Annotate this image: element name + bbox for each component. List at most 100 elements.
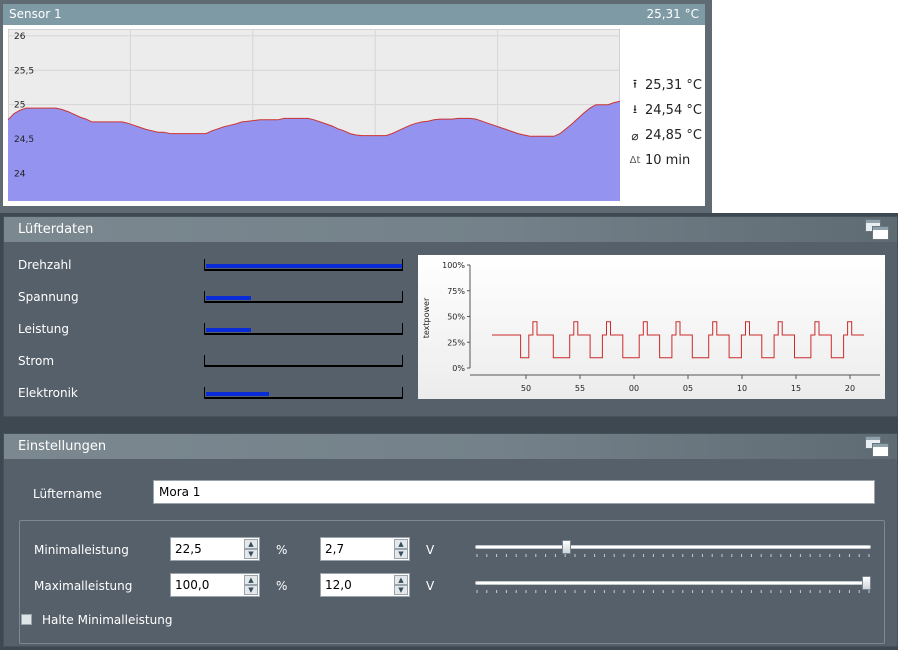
temperature-chart: 26 25,5 25 24,5 24 (8, 29, 620, 201)
spin-up-icon[interactable]: ▲ (244, 575, 258, 585)
metric-bar-fill (206, 392, 269, 396)
min-voltage-unit: V (426, 543, 435, 557)
min-percent-spin-buttons: ▲ ▼ (244, 539, 258, 559)
spin-up-icon[interactable]: ▲ (394, 539, 408, 549)
metric-bar-drehzahl (204, 259, 403, 271)
settings-panel: Einstellungen Lüftername Minimalleistung… (3, 433, 898, 647)
slider-ticks (476, 590, 870, 593)
metric-label-strom: Strom (18, 354, 55, 368)
min-percent-stepper[interactable]: 22,5 ▲ ▼ (170, 537, 260, 561)
fan-name-label: Lüftername (33, 487, 102, 501)
spin-down-icon[interactable]: ▼ (394, 549, 408, 559)
spin-up-icon[interactable]: ▲ (394, 575, 408, 585)
min-icon: ⭳ (632, 102, 638, 116)
sensor-stats: ⭱ 25,31 °C ⭳ 24,54 °C ⌀ 24,85 °C Δt 10 m… (628, 73, 702, 173)
stat-interval: Δt 10 min (628, 148, 702, 173)
max-power-label: Maximalleistung (34, 579, 133, 593)
metric-label-drehzahl: Drehzahl (18, 258, 72, 272)
settings-title: Einstellungen (18, 439, 107, 454)
settings-header: Einstellungen (4, 434, 897, 459)
stat-min-value: 24,54 °C (645, 103, 702, 118)
max-power-slider-thumb[interactable] (862, 576, 871, 590)
sensor-panel: Sensor 1 25,31 °C 26 25,5 25 24,5 24 ⭱ 25,31… (0, 0, 712, 213)
spin-down-icon[interactable]: ▼ (244, 549, 258, 559)
min-voltage-spin-buttons: ▲ ▼ (394, 539, 408, 559)
stat-max-value: 25,31 °C (645, 78, 702, 93)
fan-data-header: Lüfterdaten (4, 217, 897, 242)
metric-bar-strom (204, 355, 403, 367)
min-power-slider[interactable] (475, 539, 871, 563)
background (712, 0, 898, 213)
min-voltage-value: 2,7 (325, 542, 345, 556)
x-tick-label: 10 (737, 384, 747, 393)
metric-bar-spannung (204, 291, 403, 303)
y-tick-label: 25,5 (14, 66, 34, 76)
min-power-label: Minimalleistung (34, 543, 129, 557)
max-voltage-value: 12,0 (325, 578, 352, 592)
x-tick-label: 55 (575, 384, 585, 393)
sensor-body: 26 25,5 25 24,5 24 ⭱ 25,31 °C ⭳ 24,54 °C ⌀ 2… (3, 25, 705, 206)
sensor-title: Sensor 1 (9, 7, 62, 21)
delta-time-icon: Δt (629, 155, 641, 166)
fan-name-input[interactable] (153, 480, 875, 504)
hold-min-power-checkbox[interactable] (21, 614, 32, 625)
power-series-line (492, 321, 864, 359)
max-voltage-stepper[interactable]: 12,0 ▲ ▼ (320, 573, 410, 597)
stat-interval-value: 10 min (645, 153, 691, 168)
slider-track (475, 581, 871, 585)
x-tick-label: 20 (845, 384, 855, 393)
sensor-header: Sensor 1 25,31 °C (3, 4, 705, 25)
sensor-current-value: 25,31 °C (646, 7, 699, 21)
metric-bar-leistung (204, 323, 403, 335)
metric-label-elektronik: Elektronik (18, 386, 78, 400)
min-voltage-stepper[interactable]: 2,7 ▲ ▼ (320, 537, 410, 561)
hold-min-power-label: Halte Minimalleistung (42, 613, 173, 627)
max-voltage-spin-buttons: ▲ ▼ (394, 575, 408, 595)
x-tick-label: 15 (791, 384, 801, 393)
restore-window-icon[interactable] (865, 436, 891, 460)
y-tick-label: 25 (14, 101, 25, 111)
min-power-slider-thumb[interactable] (562, 540, 571, 554)
max-voltage-unit: V (426, 579, 435, 593)
restore-window-icon[interactable] (865, 219, 891, 243)
x-tick-label: 05 (683, 384, 693, 393)
metric-bar-fill (206, 328, 251, 332)
max-icon: ⭱ (632, 77, 638, 91)
y-tick-label: 25% (447, 338, 465, 347)
power-chart-frame: 100% 75% 50% 25% 0% 50 55 00 05 10 15 20 textpower (418, 255, 885, 399)
x-tick-label: 50 (521, 384, 531, 393)
fan-data-title: Lüfterdaten (18, 222, 94, 237)
y-tick-label: 0% (452, 364, 465, 373)
min-percent-unit: % (276, 543, 288, 557)
stat-average-value: 24,85 °C (645, 128, 702, 143)
metric-bar-fill (206, 296, 251, 300)
slider-track (475, 545, 871, 549)
max-percent-spin-buttons: ▲ ▼ (244, 575, 258, 595)
average-icon: ⌀ (631, 128, 639, 143)
y-tick-label: 24,5 (14, 135, 34, 145)
max-percent-unit: % (276, 579, 288, 593)
metric-label-spannung: Spannung (18, 290, 79, 304)
stat-min: ⭳ 24,54 °C (628, 98, 702, 123)
fan-data-panel: Lüfterdaten Drehzahl Spannung Leistung S… (3, 216, 898, 417)
power-chart: 100% 75% 50% 25% 0% 50 55 00 05 10 15 20 textpower (422, 261, 880, 393)
max-percent-stepper[interactable]: 100,0 ▲ ▼ (170, 573, 260, 597)
min-percent-value: 22,5 (175, 542, 202, 556)
y-tick-label: 75% (447, 287, 465, 296)
stat-average: ⌀ 24,85 °C (628, 123, 702, 148)
y-tick-label: 100% (442, 261, 465, 270)
stat-max: ⭱ 25,31 °C (628, 73, 702, 98)
y-tick-label: 50% (447, 313, 465, 322)
y-tick-label: 24 (14, 169, 26, 179)
max-percent-value: 100,0 (175, 578, 210, 592)
x-tick-label: 00 (629, 384, 639, 393)
spin-up-icon[interactable]: ▲ (244, 539, 258, 549)
metric-label-leistung: Leistung (18, 322, 69, 336)
spin-down-icon[interactable]: ▼ (244, 585, 258, 595)
metric-bar-fill (206, 264, 402, 268)
slider-ticks (476, 554, 870, 557)
spin-down-icon[interactable]: ▼ (394, 585, 408, 595)
max-power-slider[interactable] (475, 575, 871, 599)
metric-bar-elektronik (204, 387, 403, 399)
y-axis-label: textpower (422, 297, 431, 338)
